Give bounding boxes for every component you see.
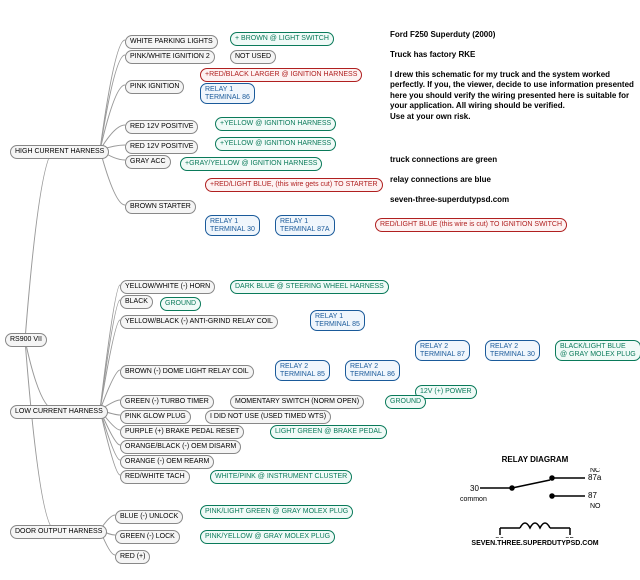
- lc-horn-target: DARK BLUE @ STEERING WHEEL HARNESS: [230, 280, 389, 294]
- info-line4: seven-three-superdutypsd.com: [390, 195, 509, 205]
- svg-text:30: 30: [470, 484, 479, 493]
- lc-brake-target: LIGHT GREEN @ BRAKE PEDAL: [270, 425, 387, 439]
- hc-red12v-1: RED 12V POSITIVE: [125, 120, 198, 134]
- svg-text:NC: NC: [590, 468, 600, 474]
- hc-white-parking-target: + BROWN @ LIGHT SWITCH: [230, 32, 334, 46]
- lc-dome-r2: RELAY 2 TERMINAL 86: [345, 360, 400, 381]
- hc-brown-starter-red1: +RED/LIGHT BLUE, (this wire gets cut) TO…: [205, 178, 383, 192]
- lc-horn: YELLOW/WHITE (-) HORN: [120, 280, 215, 294]
- root-node: RS900 VII: [5, 333, 47, 347]
- relay-diagram: RELAY DIAGRAM 30 common 87aNC 87 NO 86 85 S…: [450, 455, 620, 555]
- relay-url: SEVEN.THREE.SUPERDUTYPSD.COM: [450, 540, 620, 547]
- hc-white-parking: WHITE PARKING LIGHTS: [125, 35, 218, 49]
- hc-pink-ignition: PINK IGNITION: [125, 80, 184, 94]
- relay-svg: 30 common 87aNC 87 NO 86 85: [450, 468, 620, 538]
- hc-brown-starter: BROWN STARTER: [125, 200, 196, 214]
- lc-antigrind-relay: RELAY 1 TERMINAL 85: [310, 310, 365, 331]
- relay-title: RELAY DIAGRAM: [450, 455, 620, 464]
- lc-turbo-ground: GROUND: [385, 395, 426, 409]
- lc-dome: BROWN (-) DOME LIGHT RELAY COIL: [120, 365, 254, 379]
- do-unlock: BLUE (-) UNLOCK: [115, 510, 183, 524]
- lc-disarm: ORANGE/BLACK (-) OEM DISARM: [120, 440, 241, 454]
- lc-tach: RED/WHITE TACH: [120, 470, 190, 484]
- hc-brown-starter-r1: RELAY 1 TERMINAL 30: [205, 215, 260, 236]
- low-current-label: LOW CURRENT HARNESS: [10, 405, 108, 419]
- svg-text:87a: 87a: [588, 473, 602, 482]
- hc-pink-white-ign2: PINK/WHITE IGNITION 2: [125, 50, 215, 64]
- svg-text:NO: NO: [590, 503, 601, 510]
- do-red: RED (+): [115, 550, 150, 564]
- lc-turbo-target: MOMENTARY SWITCH (NORM OPEN): [230, 395, 364, 409]
- lc-glow-target: I DID NOT USE (USED TIMED WTS): [205, 410, 331, 424]
- info-title: Ford F250 Superduty (2000): [390, 30, 630, 40]
- do-lock-target: PINK/YELLOW @ GRAY MOLEX PLUG: [200, 530, 335, 544]
- lc-brake: PURPLE (+) BRAKE PEDAL RESET: [120, 425, 244, 439]
- hc-pink-ignition-red: +RED/BLACK LARGER @ IGNITION HARNESS: [200, 68, 362, 82]
- lc-glow: PINK GLOW PLUG: [120, 410, 191, 424]
- hc-red12v-2: RED 12V POSITIVE: [125, 140, 198, 154]
- hc-pink-white-ign2-target: NOT USED: [230, 50, 276, 64]
- info-line2: truck connections are green: [390, 155, 497, 165]
- lc-rearm: ORANGE (-) OEM REARM: [120, 455, 214, 469]
- hc-red12v-2-target: +YELLOW @ IGNITION HARNESS: [215, 137, 336, 151]
- info-body: I drew this schematic for my truck and t…: [390, 70, 635, 122]
- svg-text:85: 85: [565, 536, 574, 538]
- lc-r2-30: RELAY 2 TERMINAL 30: [485, 340, 540, 361]
- lc-tach-target: WHITE/PINK @ INSTRUMENT CLUSTER: [210, 470, 352, 484]
- info-line3: relay connections are blue: [390, 175, 491, 185]
- do-lock: GREEN (-) LOCK: [115, 530, 180, 544]
- hc-red12v-1-target: +YELLOW @ IGNITION HARNESS: [215, 117, 336, 131]
- high-current-label: HIGH CURRENT HARNESS: [10, 145, 109, 159]
- hc-pink-ignition-relay: RELAY 1 TERMINAL 86: [200, 83, 255, 104]
- hc-gray-acc-target: +GRAY/YELLOW @ IGNITION HARNESS: [180, 157, 322, 171]
- lc-black: BLACK: [120, 295, 153, 309]
- lc-turbo: GREEN (-) TURBO TIMER: [120, 395, 214, 409]
- hc-brown-starter-r2: RELAY 1 TERMINAL 87A: [275, 215, 335, 236]
- door-output-label: DOOR OUTPUT HARNESS: [10, 525, 107, 539]
- info-line1: Truck has factory RKE: [390, 50, 630, 60]
- lc-antigrind: YELLOW/BLACK (-) ANTI-GRIND RELAY COIL: [120, 315, 278, 329]
- lc-r2-87: RELAY 2 TERMINAL 87: [415, 340, 470, 361]
- svg-text:86: 86: [495, 536, 504, 538]
- svg-text:87: 87: [588, 491, 597, 500]
- do-unlock-target: PINK/LIGHT GREEN @ GRAY MOLEX PLUG: [200, 505, 353, 519]
- lc-dome-r1: RELAY 2 TERMINAL 85: [275, 360, 330, 381]
- svg-text:common: common: [460, 496, 487, 503]
- hc-gray-acc: GRAY ACC: [125, 155, 171, 169]
- lc-r2-target: BLACK/LIGHT BLUE @ GRAY MOLEX PLUG: [555, 340, 640, 361]
- hc-brown-starter-red2: RED/LIGHT BLUE (this wire is cut) TO IGN…: [375, 218, 567, 232]
- lc-black-target: GROUND: [160, 297, 201, 311]
